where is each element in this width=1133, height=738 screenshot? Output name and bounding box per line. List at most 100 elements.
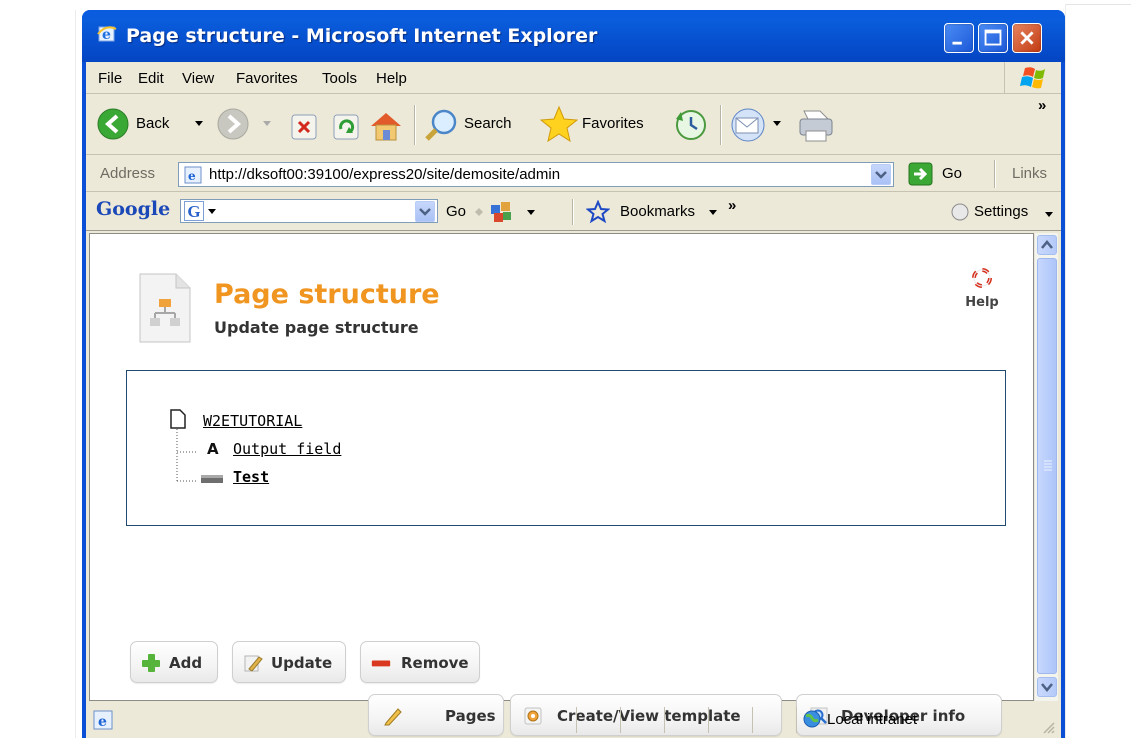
close-button[interactable] <box>1012 23 1042 53</box>
bookmarks-label: Bookmarks <box>620 203 696 220</box>
help-button[interactable]: Help <box>958 268 1006 318</box>
favorites-button[interactable]: Favorites <box>538 103 668 145</box>
address-url: http://dksoft00:39100/express20/site/dem… <box>209 166 561 183</box>
chevron-down-icon[interactable] <box>526 209 536 217</box>
plus-icon <box>142 654 160 672</box>
history-icon[interactable] <box>672 107 710 143</box>
toolbar-separator <box>994 160 995 188</box>
status-cell <box>664 707 708 733</box>
zone-cell: Local intranet <box>796 707 1056 733</box>
page-guide-line <box>75 10 76 738</box>
edit-pencil-icon <box>244 655 263 672</box>
page-ie-icon: e <box>184 166 202 184</box>
back-button[interactable]: Back <box>94 103 212 145</box>
page-structure-tree: W2ETUTORIAL A Output field Test <box>126 370 1006 526</box>
update-button[interactable]: Update <box>232 641 346 683</box>
chevron-down-icon <box>709 210 717 215</box>
remove-button[interactable]: Remove <box>360 641 480 683</box>
update-label: Update <box>271 654 333 672</box>
help-label: Help <box>965 295 999 310</box>
scroll-thumb[interactable] <box>1037 258 1057 674</box>
status-cell <box>576 707 620 733</box>
google-go-button[interactable]: Go <box>446 203 466 220</box>
google-search-dropdown-button[interactable] <box>415 201 435 222</box>
google-extras-button[interactable] <box>486 197 562 227</box>
toolbar-separator <box>720 105 721 145</box>
page-guide-line <box>1065 4 1066 738</box>
links-button[interactable]: Links <box>1012 165 1047 182</box>
page-structure-icon <box>139 273 191 343</box>
title-bar[interactable]: e Page structure - Microsoft Internet Ex… <box>82 10 1065 62</box>
google-toolbar-overflow[interactable]: » <box>728 197 736 214</box>
menu-favorites[interactable]: Favorites <box>236 70 298 87</box>
windows-logo <box>1004 62 1058 94</box>
google-toolbar: Google G Go Bookmarks » Settings <box>86 193 1061 231</box>
resize-grip-icon[interactable] <box>1042 721 1056 735</box>
tree-node-output-field[interactable]: Output field <box>233 440 341 458</box>
add-label: Add <box>169 654 203 672</box>
bookmark-star-icon <box>586 200 610 224</box>
menu-view[interactable]: View <box>182 70 214 87</box>
refresh-icon[interactable] <box>332 113 360 141</box>
mail-button[interactable] <box>728 105 792 145</box>
back-arrow-icon <box>97 108 129 140</box>
address-input[interactable]: e http://dksoft00:39100/express20/site/d… <box>178 162 894 187</box>
go-arrow-icon <box>908 162 933 186</box>
settings-label: Settings <box>974 203 1029 220</box>
scroll-down-button[interactable] <box>1037 677 1057 697</box>
stop-icon[interactable] <box>290 113 318 141</box>
toolbar-overflow-chevron[interactable]: » <box>1038 97 1046 114</box>
go-label: Go <box>942 165 963 182</box>
chevron-down-icon[interactable] <box>194 120 204 128</box>
back-label: Back <box>136 115 170 132</box>
page-subtitle: Update page structure <box>214 318 419 337</box>
print-icon[interactable] <box>796 107 836 145</box>
bookmarks-button[interactable]: Bookmarks » <box>586 197 746 227</box>
address-label: Address <box>100 165 156 182</box>
search-label: Search <box>464 115 512 132</box>
google-logo[interactable]: Google <box>96 198 170 220</box>
menu-help[interactable]: Help <box>376 70 407 87</box>
google-search-input[interactable]: G <box>180 199 438 223</box>
page-ie-icon: e <box>93 710 113 730</box>
forward-button[interactable] <box>214 103 282 145</box>
menu-edit[interactable]: Edit <box>138 70 164 87</box>
google-g-icon: G <box>184 201 204 221</box>
favorites-label: Favorites <box>582 115 644 132</box>
chevron-down-icon <box>1045 212 1053 217</box>
add-button[interactable]: Add <box>130 641 218 683</box>
tree-root-node[interactable]: W2ETUTORIAL <box>203 412 302 430</box>
windows-flag-icon <box>1020 67 1045 89</box>
browser-chrome: File Edit View Favorites Tools Help Back… <box>86 62 1061 738</box>
page-viewport: Page structure Update page structure Hel… <box>89 233 1034 736</box>
page-title: Page structure <box>214 279 440 310</box>
chevron-down-icon[interactable] <box>772 120 782 128</box>
svg-text:e: e <box>98 714 107 730</box>
scroll-up-button[interactable] <box>1037 235 1057 255</box>
tree-node-test[interactable]: Test <box>233 468 269 486</box>
chevron-down-icon[interactable] <box>262 120 272 128</box>
maximize-button[interactable] <box>978 23 1008 53</box>
address-dropdown-button[interactable] <box>871 164 891 185</box>
grip-icon <box>1044 460 1052 471</box>
ie-window: e Page structure - Microsoft Internet Ex… <box>82 10 1065 738</box>
chevron-down-icon <box>1041 683 1053 692</box>
menu-tools[interactable]: Tools <box>322 70 357 87</box>
home-icon[interactable] <box>368 109 404 143</box>
search-icon <box>425 109 457 141</box>
mail-icon <box>731 108 765 142</box>
toolbar-separator <box>414 105 415 145</box>
minimize-button[interactable] <box>944 23 974 53</box>
vertical-scrollbar[interactable] <box>1034 233 1058 701</box>
chevron-down-icon[interactable] <box>207 208 217 216</box>
menu-bar: File Edit View Favorites Tools Help <box>86 62 1061 94</box>
settings-button[interactable]: Settings <box>950 199 1060 227</box>
status-bar: e Local intranet <box>86 703 1061 738</box>
go-button[interactable]: Go <box>908 161 974 187</box>
address-bar: Address e http://dksoft00:39100/express2… <box>86 156 1061 192</box>
settings-circle-icon <box>951 203 969 221</box>
resize-grip-icon <box>475 208 483 216</box>
window-title: Page structure - Microsoft Internet Expl… <box>126 25 598 47</box>
menu-file[interactable]: File <box>98 70 122 87</box>
search-button[interactable]: Search <box>422 103 534 145</box>
